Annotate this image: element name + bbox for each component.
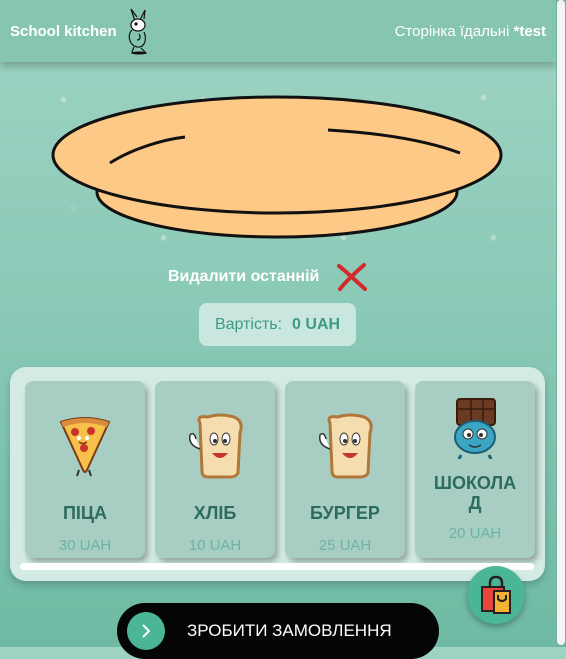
cost-label: Вартість: bbox=[214, 315, 283, 333]
pizza-icon bbox=[59, 417, 111, 477]
menu-carousel: ПІЦА 30 UAH ХЛІБ 10 UAH БУРГЕР 25 UAH ШО… bbox=[10, 367, 545, 581]
shopping-bag-icon bbox=[481, 575, 511, 614]
username[interactable]: *test bbox=[513, 23, 546, 40]
vertical-scrollbar[interactable] bbox=[556, 0, 566, 647]
chocolate-icon bbox=[454, 398, 496, 459]
cost-amount: 0 UAH bbox=[292, 315, 341, 333]
menu-item-name-line2: Д bbox=[468, 493, 482, 513]
chevron-right-icon bbox=[127, 612, 165, 650]
horizontal-scrollbar[interactable] bbox=[20, 563, 534, 570]
menu-item-burger[interactable]: БУРГЕР 25 UAH bbox=[285, 381, 405, 558]
menu-item-name: ПІЦА bbox=[62, 503, 108, 523]
top-bar: School kitchen Сторінка їдальні *test bbox=[0, 0, 556, 62]
menu-item-name-line1: ШОКОЛА bbox=[433, 473, 517, 493]
scrollbar-thumb[interactable] bbox=[557, 0, 565, 645]
place-order-button[interactable]: ЗРОБИТИ ЗАМОВЛЕННЯ bbox=[117, 603, 439, 659]
menu-item-chocolate[interactable]: ШОКОЛА Д 20 UAH bbox=[415, 381, 535, 558]
page-title: Сторінка їдальні *test bbox=[395, 23, 546, 40]
remove-last-button[interactable] bbox=[335, 262, 369, 292]
remove-last-label: Видалити останній bbox=[168, 268, 320, 285]
menu-item-price: 30 UAH bbox=[58, 537, 112, 554]
brand-name: School kitchen bbox=[10, 22, 117, 40]
page-title-text: Сторінка їдальні bbox=[394, 22, 510, 40]
menu-item-price: 20 UAH bbox=[448, 525, 502, 542]
menu-item-name: БУРГЕР bbox=[310, 503, 380, 523]
menu-item-name: ШОКОЛА Д bbox=[434, 473, 516, 513]
menu-item-bread[interactable]: ХЛІБ 10 UAH bbox=[155, 381, 275, 558]
menu-item-name: ХЛІБ bbox=[193, 503, 237, 523]
bunny-logo-icon bbox=[128, 8, 147, 55]
brand[interactable]: School kitchen bbox=[10, 7, 153, 55]
menu-item-pizza[interactable]: ПІЦА 30 UAH bbox=[25, 381, 145, 558]
cost-badge: Вартість: 0 UAH bbox=[199, 303, 356, 346]
place-order-label: ЗРОБИТИ ЗАМОВЛЕННЯ bbox=[187, 621, 392, 640]
cart-button[interactable] bbox=[467, 566, 525, 624]
plate-illustration bbox=[51, 95, 503, 239]
bread-icon bbox=[318, 413, 373, 479]
bread-icon bbox=[188, 413, 243, 479]
remove-last-row: Видалити останній bbox=[168, 262, 369, 292]
menu-item-price: 25 UAH bbox=[318, 537, 372, 554]
menu-item-price: 10 UAH bbox=[188, 537, 242, 554]
